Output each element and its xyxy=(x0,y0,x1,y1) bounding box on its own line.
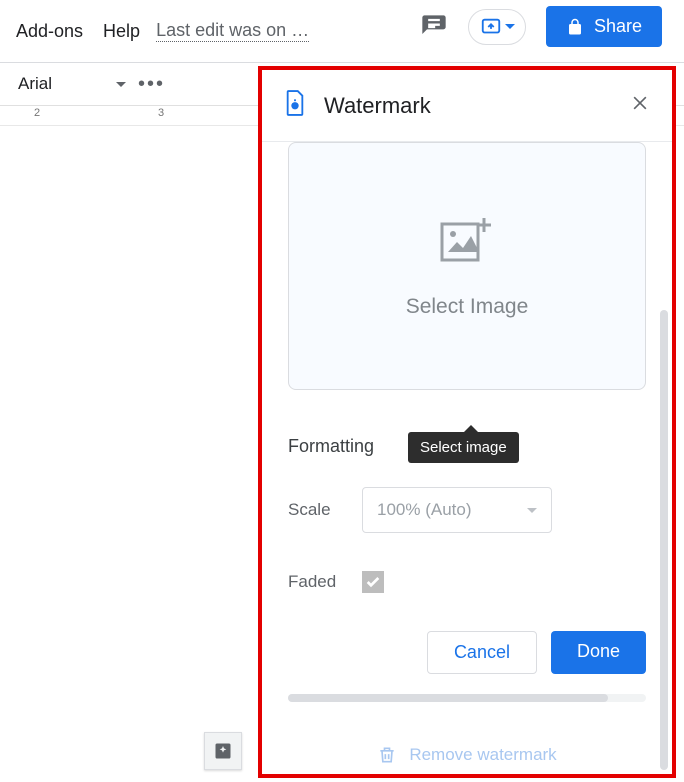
done-button[interactable]: Done xyxy=(551,631,646,674)
caret-down-icon xyxy=(116,82,126,87)
scale-select[interactable]: 100% (Auto) xyxy=(362,487,552,533)
present-caret-icon xyxy=(505,24,515,29)
ruler-mark-2: 2 xyxy=(34,107,40,119)
faded-label: Faded xyxy=(288,572,362,592)
caret-down-icon xyxy=(527,508,537,513)
panel-vertical-scrollbar[interactable] xyxy=(660,310,668,770)
watermark-page-icon xyxy=(284,90,306,121)
select-image-area[interactable]: Select Image xyxy=(288,142,646,390)
scale-label: Scale xyxy=(288,500,362,520)
explore-button[interactable] xyxy=(204,732,242,770)
font-family-select[interactable]: Arial xyxy=(18,74,126,94)
watermark-panel: Watermark Select Image Formatting Scale … xyxy=(258,66,676,778)
close-icon[interactable] xyxy=(630,93,650,119)
panel-title: Watermark xyxy=(324,93,612,119)
scale-value: 100% (Auto) xyxy=(377,500,472,520)
toolbar-more-icon[interactable]: ••• xyxy=(138,73,165,96)
share-label: Share xyxy=(594,16,642,37)
select-image-tooltip: Select image xyxy=(408,432,519,463)
document-area[interactable] xyxy=(0,126,258,782)
font-family-label: Arial xyxy=(18,74,52,94)
last-edit-link[interactable]: Last edit was on … xyxy=(156,20,309,42)
scrollbar-thumb[interactable] xyxy=(288,694,608,702)
comment-history-icon[interactable] xyxy=(420,13,448,41)
share-button[interactable]: Share xyxy=(546,6,662,47)
remove-watermark-label: Remove watermark xyxy=(409,745,556,765)
present-button[interactable] xyxy=(468,9,526,45)
add-image-icon xyxy=(438,214,496,269)
remove-watermark-button[interactable]: Remove watermark xyxy=(262,733,672,774)
cancel-button[interactable]: Cancel xyxy=(427,631,537,674)
lock-icon xyxy=(566,18,584,36)
panel-horizontal-scrollbar[interactable] xyxy=(288,694,646,702)
trash-icon xyxy=(377,744,397,766)
select-image-label: Select Image xyxy=(406,295,529,319)
ruler-mark-3: 3 xyxy=(158,107,164,119)
menu-help[interactable]: Help xyxy=(93,17,150,46)
faded-checkbox[interactable] xyxy=(362,571,384,593)
menu-addons[interactable]: Add-ons xyxy=(6,17,93,46)
